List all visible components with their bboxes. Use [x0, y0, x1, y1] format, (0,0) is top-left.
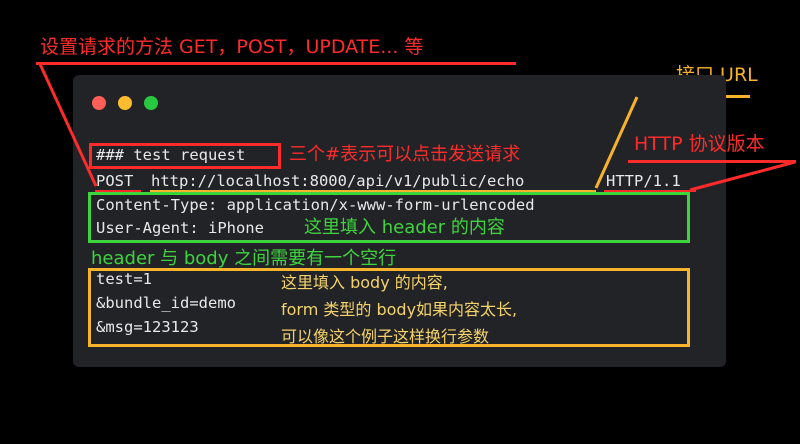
request-method: POST: [96, 172, 134, 190]
blank-line-annotation: header 与 body 之间需要有一个空行: [91, 248, 397, 269]
request-title-line[interactable]: ### test request: [96, 147, 245, 164]
body-annotation-1: 这里填入 body 的内容,: [281, 273, 448, 292]
header-content-type: Content-Type: application/x-www-form-url…: [96, 196, 535, 214]
header-annotation: 这里填入 header 的内容: [304, 217, 505, 238]
header-user-agent: User-Agent: iPhone: [96, 219, 264, 237]
request-http-version: HTTP/1.1: [606, 172, 681, 190]
method-connector: [38, 63, 98, 187]
http-version-connector: [689, 160, 796, 192]
body-line-2: &bundle_id=demo: [96, 294, 236, 312]
hash-annotation: 三个#表示可以点击发送请求: [289, 144, 521, 165]
body-annotation-2: form 类型的 body如果内容太长,: [281, 300, 518, 319]
body-annotation-3: 可以像这个例子这样换行参数: [281, 327, 490, 346]
body-line-3: &msg=123123: [96, 318, 199, 336]
request-url: http://localhost:8000/api/v1/public/echo: [151, 172, 525, 190]
body-line-1: test=1: [96, 270, 152, 288]
